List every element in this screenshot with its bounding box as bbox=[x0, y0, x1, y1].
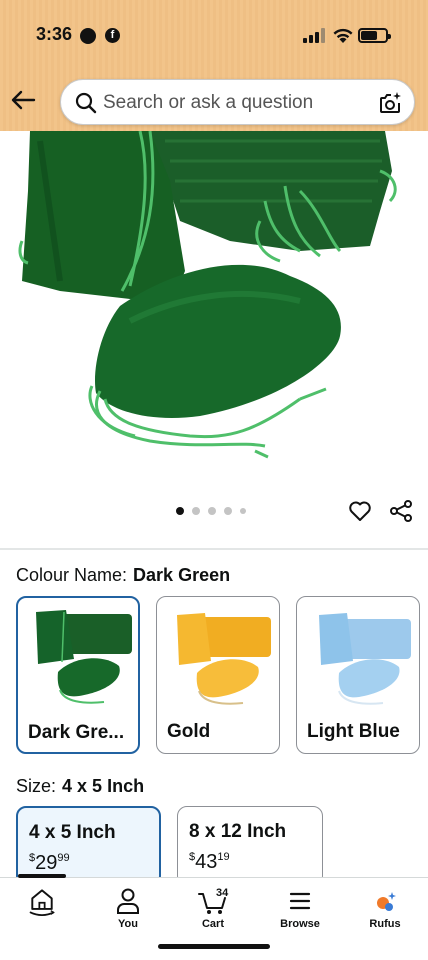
colour-label: Colour Name: Dark Green bbox=[16, 565, 230, 586]
cellular-signal-icon bbox=[303, 28, 327, 43]
nav-home[interactable] bbox=[2, 886, 82, 918]
home-icon bbox=[29, 889, 55, 916]
camera-search-icon[interactable] bbox=[378, 91, 402, 115]
price-fraction: 99 bbox=[57, 852, 70, 864]
colour-option-label: Gold bbox=[167, 721, 211, 742]
carousel-dot[interactable] bbox=[192, 507, 200, 515]
nav-rufus-label: Rufus bbox=[369, 918, 401, 930]
status-time: 3:36 bbox=[36, 24, 73, 44]
person-icon bbox=[117, 888, 139, 914]
carousel-dot[interactable] bbox=[240, 508, 246, 514]
carousel-dot[interactable] bbox=[176, 507, 184, 515]
size-selected-value: 4 x 5 Inch bbox=[62, 776, 145, 796]
carousel-dot[interactable] bbox=[208, 507, 216, 515]
status-bar: 3:36 f bbox=[0, 22, 428, 50]
cart-count-badge: 34 bbox=[216, 887, 229, 899]
size-option-price: $4319 bbox=[189, 851, 230, 874]
recording-indicator-icon bbox=[80, 28, 96, 44]
heart-icon[interactable] bbox=[348, 499, 372, 523]
rufus-icon bbox=[377, 892, 396, 911]
colour-option-gold[interactable]: Gold bbox=[156, 596, 280, 754]
product-photo bbox=[18, 131, 397, 459]
section-divider bbox=[0, 548, 428, 550]
size-option-label: 8 x 12 Inch bbox=[189, 821, 287, 842]
size-option-8x12[interactable]: 8 x 12 Inch $4319 bbox=[177, 806, 323, 886]
dark-green-thumbnail bbox=[36, 610, 132, 704]
product-image[interactable] bbox=[0, 131, 428, 491]
colour-option-light-blue[interactable]: Light Blue bbox=[296, 596, 420, 754]
selected-tab-indicator bbox=[18, 874, 66, 878]
colour-selected-value: Dark Green bbox=[133, 565, 231, 585]
image-carousel-dots[interactable] bbox=[176, 507, 256, 517]
menu-icon bbox=[289, 892, 311, 910]
colour-option-label: Dark Gre... bbox=[28, 722, 125, 743]
nav-browse[interactable]: Browse bbox=[260, 886, 340, 930]
price-fraction: 19 bbox=[217, 851, 230, 863]
size-option-label: 4 x 5 Inch bbox=[29, 822, 116, 843]
share-icon[interactable] bbox=[389, 499, 413, 523]
nav-cart[interactable]: 34 Cart bbox=[173, 886, 253, 930]
carousel-dot[interactable] bbox=[224, 507, 232, 515]
colour-option-dark-green[interactable]: Dark Gre... bbox=[16, 596, 140, 754]
home-indicator bbox=[158, 944, 270, 949]
colour-option-label: Light Blue bbox=[307, 721, 400, 742]
colour-label-text: Colour Name: bbox=[16, 565, 128, 585]
nav-you[interactable]: You bbox=[88, 886, 168, 930]
light-blue-thumbnail bbox=[319, 613, 411, 705]
nav-rufus[interactable]: Rufus bbox=[345, 886, 425, 930]
price-whole: 29 bbox=[35, 852, 58, 874]
price-whole: 43 bbox=[195, 851, 218, 873]
size-label: Size: 4 x 5 Inch bbox=[16, 776, 144, 797]
gold-thumbnail bbox=[177, 613, 271, 705]
search-icon bbox=[75, 92, 97, 114]
search-input[interactable] bbox=[103, 88, 363, 118]
nav-you-label: You bbox=[118, 918, 138, 930]
size-option-price: $2999 bbox=[29, 852, 70, 875]
facebook-notification-icon: f bbox=[105, 28, 120, 43]
nav-browse-label: Browse bbox=[280, 918, 320, 930]
back-arrow-icon[interactable] bbox=[10, 88, 36, 112]
nav-cart-label: Cart bbox=[201, 918, 224, 930]
search-bar[interactable] bbox=[60, 79, 415, 125]
wifi-icon bbox=[333, 28, 353, 43]
battery-icon bbox=[358, 28, 391, 43]
size-label-text: Size: bbox=[16, 776, 57, 796]
header: 3:36 f bbox=[0, 0, 428, 131]
